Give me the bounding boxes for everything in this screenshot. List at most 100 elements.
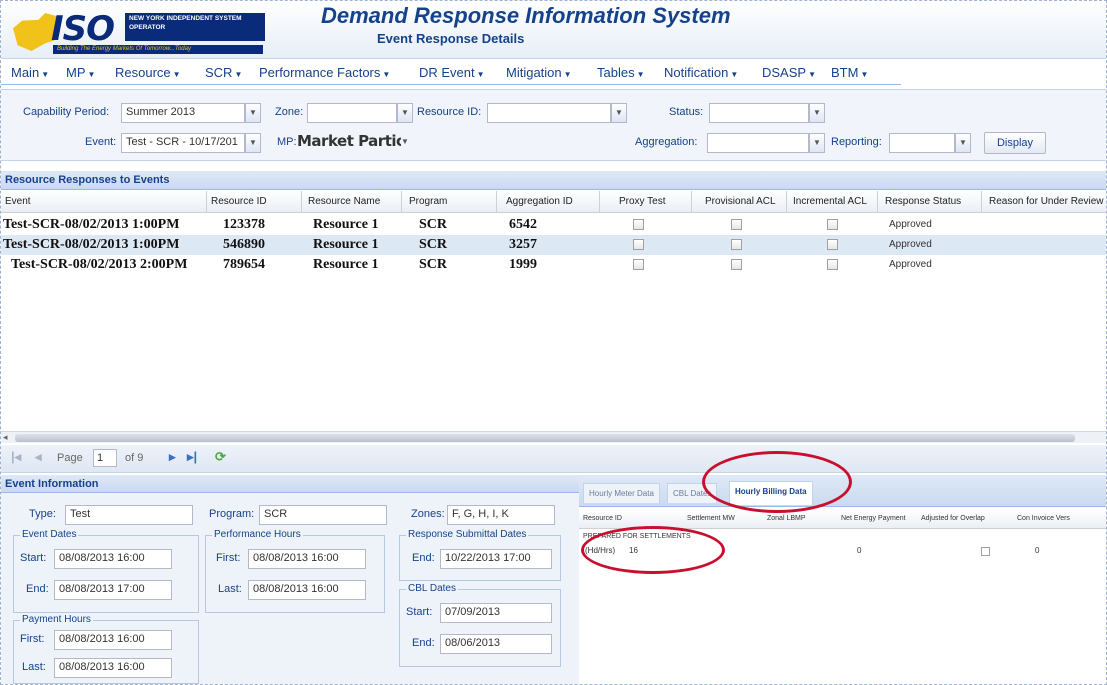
menu-main[interactable]: Main ▼ [11,65,49,80]
prev-page-icon[interactable]: ◂ [35,449,42,465]
cell-event: Test-SCR-08/02/2013 1:00PM [3,237,180,252]
incremental-acl-checkbox[interactable] [827,259,838,270]
col-proxy-test[interactable]: Proxy Test [619,196,666,207]
zones-field[interactable]: F, G, H, I, K [447,505,555,525]
capability-period-select[interactable]: Summer 2013 [121,103,245,123]
menu-tables[interactable]: Tables ▼ [597,65,645,80]
menu-btm[interactable]: BTM ▼ [831,65,868,80]
logo-org-name: NEW YORK INDEPENDENT SYSTEM OPERATOR [125,13,265,41]
last-label: Last: [218,583,242,595]
event-dates-legend: Event Dates [20,529,79,540]
col-provisional-acl[interactable]: Provisional ACL [705,196,776,207]
mp-select[interactable]: Market Participant [297,132,401,152]
cell-resource-name: Resource 1 [313,257,379,272]
incremental-acl-checkbox[interactable] [827,219,838,230]
col-zonal-lbmp[interactable]: Zonal LBMP [767,515,806,522]
col-adjusted-for-overlap[interactable]: Adjusted for Overlap [921,515,985,522]
col-net-energy-payment[interactable]: Net Energy Payment [841,515,906,522]
provisional-acl-checkbox[interactable] [731,219,742,230]
col-reason-under-review[interactable]: Reason for Under Review [989,196,1104,207]
proxy-test-checkbox[interactable] [633,259,644,270]
col-con-invoice-version[interactable]: Con Invoice Vers [1017,515,1070,522]
table-row[interactable]: Test-SCR-08/02/2013 2:00PM 789654 Resour… [1,255,1106,275]
next-page-icon[interactable]: ▸ [169,449,176,465]
menu-mp[interactable]: MP ▼ [66,65,95,80]
chevron-down-icon[interactable]: ▼ [611,103,627,123]
reporting-select[interactable] [889,133,955,153]
chevron-down-icon[interactable]: ▼ [809,103,825,123]
response-end-field[interactable]: 10/22/2013 17:00 [440,549,552,569]
overlap-checkbox[interactable] [981,547,990,556]
incremental-acl-checkbox[interactable] [827,239,838,250]
cell-resource-name: Resource 1 [313,237,379,252]
cbl-end-field[interactable]: 08/06/2013 [440,634,552,654]
chevron-down-icon[interactable]: ▼ [397,103,413,123]
perf-last-field[interactable]: 08/08/2013 16:00 [248,580,366,600]
menu-performance-factors[interactable]: Performance Factors ▼ [259,65,390,80]
event-start-field[interactable]: 08/08/2013 16:00 [54,549,172,569]
refresh-icon[interactable]: ⟳ [215,449,226,465]
col-resource-id[interactable]: Resource ID [211,196,267,207]
event-end-field[interactable]: 08/08/2013 17:00 [54,580,172,600]
table-row[interactable]: Test-SCR-08/02/2013 1:00PM 546890 Resour… [1,235,1106,255]
grid-header: Event Resource ID Resource Name Program … [1,191,1106,213]
proxy-test-checkbox[interactable] [633,239,644,250]
cell-aggregation-id: 6542 [509,217,537,232]
menu-dr-event[interactable]: DR Event ▼ [419,65,485,80]
col-resource-id[interactable]: Resource ID [583,515,622,522]
payment-hours-group: Payment Hours First: 08/08/2013 16:00 La… [13,614,199,684]
status-select[interactable] [709,103,809,123]
resource-responses-title: Resource Responses to Events [1,171,1106,190]
aggregation-select[interactable] [707,133,809,153]
col-settlement-mw[interactable]: Settlement MW [687,515,735,522]
zone-label: Zone: [275,106,304,118]
page-label: Page [57,452,83,464]
pay-last-field[interactable]: 08/08/2013 16:00 [54,658,172,678]
menu-resource[interactable]: Resource ▼ [115,65,181,80]
display-button[interactable]: Display [984,132,1046,154]
col-event[interactable]: Event [5,196,31,207]
cell-aggregation-id: 3257 [509,237,537,252]
grid-horizontal-scrollbar[interactable]: ◂ [1,431,1106,443]
provisional-acl-checkbox[interactable] [731,239,742,250]
first-page-icon[interactable]: |◂ [11,449,21,465]
menu-scr[interactable]: SCR ▼ [205,65,242,80]
end-label: End: [412,637,435,649]
col-program[interactable]: Program [409,196,447,207]
caret-down-icon: ▼ [563,70,572,79]
chevron-down-icon[interactable]: ▼ [955,133,971,153]
menu-notification[interactable]: Notification ▼ [664,65,738,80]
cbl-start-field[interactable]: 07/09/2013 [440,603,552,623]
provisional-acl-checkbox[interactable] [731,259,742,270]
col-incremental-acl[interactable]: Incremental ACL [793,196,867,207]
zone-select[interactable] [307,103,397,123]
chevron-down-icon[interactable]: ▼ [809,133,825,153]
last-page-icon[interactable]: ▸| [187,449,197,465]
pay-first-field[interactable]: 08/08/2013 16:00 [54,630,172,650]
tab-hourly-meter-data[interactable]: Hourly Meter Data [583,483,660,503]
col-resource-name[interactable]: Resource Name [308,196,380,207]
chevron-down-icon[interactable]: ▼ [245,103,261,123]
col-aggregation-id[interactable]: Aggregation ID [506,196,573,207]
cell-resource-name: Resource 1 [313,217,379,232]
scroll-left-icon[interactable]: ◂ [3,432,8,443]
table-row[interactable]: Test-SCR-08/02/2013 1:00PM 123378 Resour… [1,215,1106,235]
menu-dsasp[interactable]: DSASP ▼ [762,65,816,80]
perf-first-field[interactable]: 08/08/2013 16:00 [248,549,366,569]
chevron-down-icon[interactable]: ▼ [399,133,411,153]
event-select[interactable]: Test - SCR - 10/17/201 [121,133,245,153]
program-field[interactable]: SCR [259,505,387,525]
resource-id-select[interactable] [487,103,611,123]
type-field[interactable]: Test [65,505,193,525]
proxy-test-checkbox[interactable] [633,219,644,230]
page-count: of 9 [125,452,144,464]
scrollbar-thumb[interactable] [15,434,1075,442]
cell-event: Test-SCR-08/02/2013 1:00PM [3,217,180,232]
page-number-input[interactable]: 1 [93,449,117,467]
paging-toolbar: |◂ ◂ Page 1 of 9 ▸ ▸| ⟳ [1,445,1106,473]
menu-mitigation[interactable]: Mitigation ▼ [506,65,572,80]
cell-response-status: Approved [889,239,932,250]
col-response-status[interactable]: Response Status [885,196,961,207]
caret-down-icon: ▼ [172,70,181,79]
chevron-down-icon[interactable]: ▼ [245,133,261,153]
